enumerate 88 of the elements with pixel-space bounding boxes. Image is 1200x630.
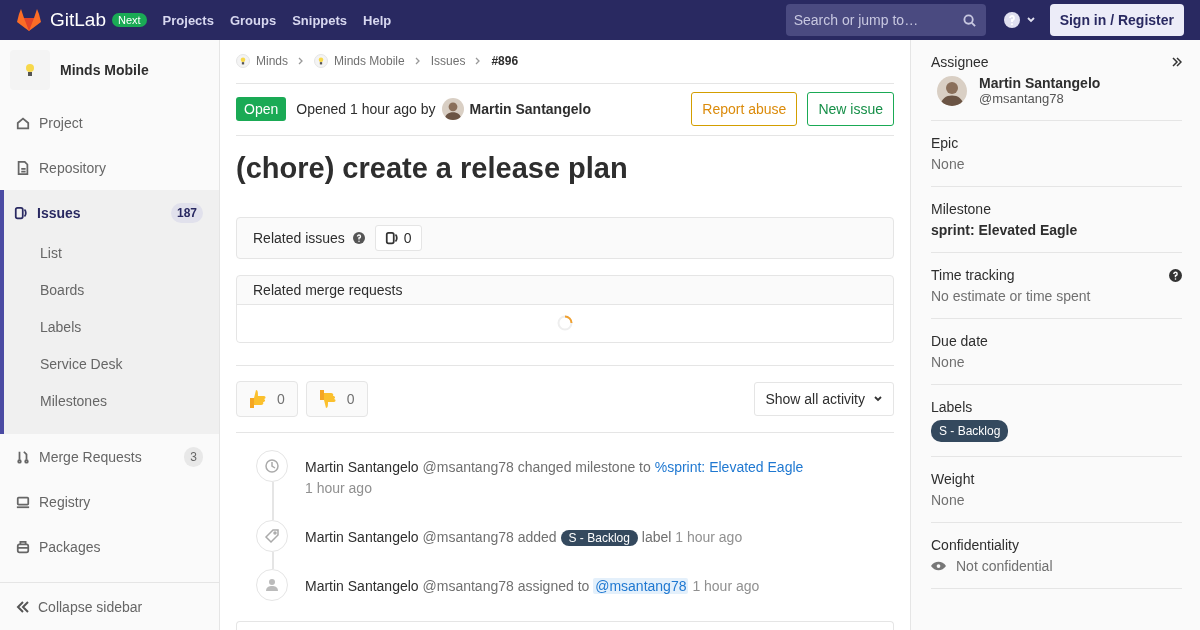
field-title: Milestone bbox=[931, 201, 991, 217]
next-badge: Next bbox=[112, 13, 147, 27]
emoji-award-button[interactable]: 0 bbox=[305, 380, 368, 417]
eye-icon bbox=[931, 561, 946, 571]
breadcrumb-link[interactable]: Minds Mobile bbox=[334, 54, 405, 69]
activity-note: Martin Santangelo @msantang78 added S - Backlog label 1 hour ago bbox=[305, 527, 743, 548]
issues-icon bbox=[14, 205, 28, 220]
field-value: sprint: Elevated Eagle bbox=[931, 222, 1079, 238]
thumbs-down-icon bbox=[318, 388, 337, 409]
user-icon bbox=[264, 576, 280, 593]
field-title: Epic bbox=[931, 135, 959, 151]
field-title: Time tracking bbox=[931, 267, 1015, 283]
tag-icon bbox=[264, 527, 280, 544]
field-title: Confidentiality bbox=[931, 537, 1019, 553]
avatar bbox=[441, 98, 464, 121]
sidebar-subitem[interactable]: Service Desk bbox=[4, 346, 219, 383]
label-badge[interactable]: S - Backlog bbox=[931, 420, 1009, 442]
thumbs-up-icon bbox=[249, 388, 267, 409]
sidebar-item[interactable]: Registry bbox=[0, 479, 219, 524]
double-chevron-left-icon bbox=[16, 600, 30, 613]
user-mention-link[interactable]: @msantang78 bbox=[593, 577, 689, 594]
chevron-right-icon bbox=[475, 57, 482, 66]
search-field[interactable]: Search or jump to… bbox=[785, 4, 986, 36]
field-title: Due date bbox=[931, 333, 988, 349]
project-name[interactable]: Minds Mobile bbox=[60, 62, 149, 78]
sidebar-subitem[interactable]: List bbox=[4, 235, 219, 272]
new-issue-button[interactable]: New issue bbox=[807, 92, 894, 127]
home-icon bbox=[16, 115, 30, 130]
search-icon bbox=[962, 14, 976, 27]
field-value: None bbox=[931, 156, 966, 172]
field-title: Weight bbox=[931, 471, 975, 487]
collapse-sidebar-link[interactable]: Collapse sidebar bbox=[0, 582, 219, 630]
field-title: Assignee bbox=[931, 54, 989, 70]
collapse-panel-icon[interactable] bbox=[1172, 57, 1182, 67]
milestone-link[interactable]: %sprint: Elevated Eagle bbox=[654, 458, 804, 475]
sidebar-item[interactable]: Issues 187 bbox=[4, 190, 219, 235]
assignee-name[interactable]: Martin Santangelo bbox=[979, 75, 1101, 91]
sidebar-item[interactable]: Merge Requests 3 bbox=[0, 434, 219, 479]
section-title: Related issues bbox=[253, 229, 345, 246]
label-badge: S - Backlog bbox=[560, 529, 638, 546]
document-icon bbox=[16, 160, 30, 175]
nav-link[interactable]: Help bbox=[363, 12, 392, 28]
sidebar-item[interactable]: Packages bbox=[0, 524, 219, 569]
related-count: 0 bbox=[374, 224, 422, 251]
sidebar-item[interactable]: Project bbox=[0, 100, 219, 145]
sign-in-button[interactable]: Sign in / Register bbox=[1049, 4, 1184, 36]
avatar bbox=[937, 75, 967, 106]
count-badge: 187 bbox=[170, 202, 203, 223]
help-icon bbox=[1003, 12, 1020, 28]
section-title: Related merge requests bbox=[253, 281, 403, 298]
activity-note: Martin Santangelo @msantang78 assigned to @msantang78 1 hour ago bbox=[305, 576, 760, 596]
fox-logo-icon[interactable] bbox=[16, 8, 42, 32]
activity-note: Martin Santangelo @msantang78 changed milestone to %sprint: Elevated Eagle 1 hour ago bbox=[305, 457, 804, 498]
field-value: No estimate or time spent bbox=[931, 288, 1092, 304]
issue-title: (chore) create a release plan bbox=[236, 151, 629, 185]
help-icon bbox=[352, 231, 365, 244]
chevron-right-icon bbox=[414, 57, 421, 66]
logo-text[interactable]: GitLab bbox=[50, 9, 106, 31]
chevron-down-icon bbox=[873, 393, 883, 404]
field-value: Not confidential bbox=[956, 558, 1053, 574]
emoji-award-button[interactable]: 0 bbox=[236, 380, 298, 417]
status-badge: Open bbox=[236, 97, 287, 122]
nav-link[interactable]: Groups bbox=[229, 12, 277, 28]
assignee-handle: @msantang78 bbox=[979, 91, 1065, 106]
sidebar-subitem[interactable]: Milestones bbox=[4, 383, 219, 420]
opened-text: Opened 1 hour ago by bbox=[296, 101, 436, 118]
nav-link[interactable]: Snippets bbox=[292, 12, 348, 28]
lightbulb-icon bbox=[25, 63, 35, 77]
field-value: None bbox=[931, 354, 966, 370]
field-title: Labels bbox=[931, 399, 973, 415]
nav-link[interactable]: Projects bbox=[162, 12, 214, 28]
chevron-right-icon bbox=[298, 57, 304, 66]
sidebar-item[interactable]: Repository bbox=[0, 145, 219, 190]
breadcrumb-link[interactable]: Issues bbox=[430, 54, 466, 69]
chevron-down-icon[interactable] bbox=[1025, 15, 1036, 25]
registry-icon bbox=[16, 494, 30, 509]
package-icon bbox=[16, 539, 30, 554]
clock-icon bbox=[264, 457, 280, 474]
field-value: None bbox=[931, 492, 966, 508]
activity-filter-dropdown[interactable]: Show all activity bbox=[754, 381, 894, 416]
merge-request-icon bbox=[16, 449, 30, 464]
count-badge: 3 bbox=[184, 446, 203, 467]
issues-icon bbox=[384, 230, 399, 245]
sidebar-subitem[interactable]: Boards bbox=[4, 272, 219, 309]
breadcrumb-link[interactable]: #896 bbox=[491, 54, 519, 69]
author-link[interactable]: Martin Santangelo bbox=[469, 101, 591, 118]
breadcrumb-link[interactable]: Minds bbox=[256, 54, 288, 69]
sidebar-subitem[interactable]: Labels bbox=[4, 309, 219, 346]
